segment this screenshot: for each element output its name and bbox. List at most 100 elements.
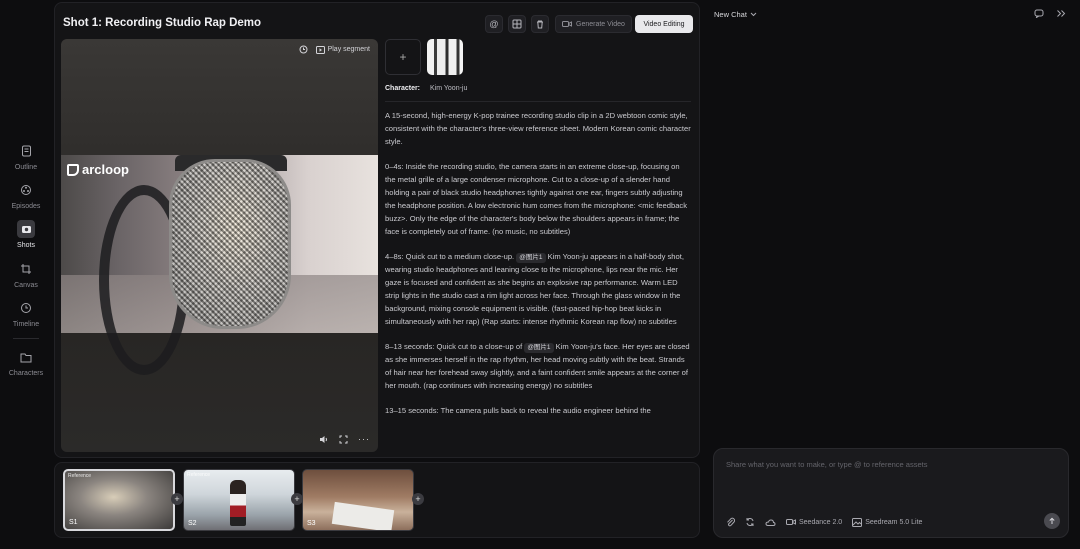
character-row: Character: Kim Yoon-ju [385, 85, 467, 92]
shot-description[interactable]: A 15-second, high-energy K-pop trainee r… [385, 109, 691, 455]
image-icon [852, 517, 863, 527]
chat-input[interactable]: Share what you want to make, or type @ t… [726, 460, 927, 469]
shot-timeline: Reference S1 + Reference S2 + S3 + [54, 462, 700, 538]
clip-tag: Reference [187, 472, 211, 478]
clock-icon [17, 299, 35, 317]
chat-header-actions [1034, 9, 1066, 18]
camera-icon [17, 220, 35, 238]
clip-tag: Reference [68, 473, 92, 479]
chat-bubble-icon[interactable] [1034, 9, 1044, 18]
timeline-clip-s1[interactable]: Reference S1 [63, 469, 175, 531]
rail-item-episodes[interactable]: Episodes [0, 181, 52, 210]
more-icon[interactable]: ··· [358, 434, 370, 444]
text: Kim Yoon-ju appears in a half-body shot,… [385, 252, 684, 326]
generate-video-label: Generate Video [576, 20, 625, 28]
refresh-icon[interactable] [745, 517, 755, 527]
description-paragraph-3: 8–13 seconds: Quick cut to a close-up of… [385, 340, 691, 392]
arrow-up-icon [1049, 517, 1055, 524]
chat-selector[interactable]: New Chat [714, 10, 757, 19]
chat-title: New Chat [714, 10, 747, 19]
generate-video-button[interactable]: Generate Video [555, 15, 632, 33]
character-label: Character: [385, 85, 421, 92]
description-paragraph-2: 4–8s: Quick cut to a medium close-up. @图… [385, 250, 691, 328]
composer-toolbar: Seedance 2.0 Seedream 5.0 Lite [726, 517, 922, 527]
document-icon [17, 142, 35, 160]
crop-icon [17, 260, 35, 278]
rail-label: Shots [17, 242, 35, 249]
video-camera-icon [562, 21, 572, 27]
chevron-down-icon [750, 12, 757, 17]
arcloop-logo: arcloop [67, 162, 129, 177]
image-model-selector[interactable]: Seedream 5.0 Lite [852, 517, 922, 527]
text: 4–8s: Quick cut to a medium close-up. [385, 252, 515, 261]
plus-icon: + [294, 494, 300, 504]
video-top-controls: Play segment [299, 45, 370, 54]
video-camera-icon [786, 519, 796, 525]
timeline-clip-s3[interactable]: S3 [302, 469, 414, 531]
video-frame: arcloop [61, 155, 378, 375]
rail-label: Canvas [14, 282, 38, 289]
divider [385, 101, 691, 102]
delete-button[interactable] [531, 15, 549, 33]
segment-icon [315, 45, 325, 54]
description-paragraph-4: 13–15 seconds: The camera pulls back to … [385, 406, 651, 415]
description-paragraph-1: 0–4s: Inside the recording studio, the c… [385, 162, 688, 236]
timeline-clip-s2[interactable]: Reference S2 [183, 469, 295, 531]
video-bottom-controls: ··· [319, 434, 370, 444]
add-reference-button[interactable]: + [385, 39, 421, 75]
film-reel-icon [17, 181, 35, 199]
video-preview[interactable]: arcloop Play segment ··· [61, 39, 378, 452]
send-button[interactable] [1044, 513, 1060, 529]
chat-composer: Share what you want to make, or type @ t… [713, 448, 1069, 538]
microphone-image [169, 159, 291, 329]
image-reference-tag[interactable]: @图片1 [516, 253, 546, 263]
insert-clip-button[interactable]: + [412, 493, 424, 505]
character-figure-image [230, 480, 246, 526]
video-editing-button[interactable]: Video Editing [635, 15, 693, 33]
trash-icon [537, 20, 543, 29]
video-model-label: Seedance 2.0 [799, 518, 843, 526]
left-rail: Outline Episodes Shots Canvas Timeline C… [0, 0, 52, 549]
character-reference-thumbnail[interactable] [427, 39, 463, 75]
rail-label: Characters [8, 370, 44, 377]
rail-label: Timeline [12, 321, 40, 328]
rail-item-outline[interactable]: Outline [0, 142, 52, 171]
logo-text: arcloop [82, 162, 129, 177]
play-segment-label: Play segment [327, 46, 370, 53]
rail-item-timeline[interactable]: Timeline [0, 299, 52, 328]
character-name: Kim Yoon-ju [430, 85, 468, 92]
plus-icon: + [399, 50, 407, 64]
rail-divider [13, 338, 39, 339]
desk-paper-image [331, 501, 395, 530]
plus-icon: + [174, 494, 180, 504]
storyboard-button[interactable] [508, 15, 526, 33]
play-segment-button[interactable]: Play segment [315, 45, 370, 54]
clip-label: S1 [69, 519, 78, 526]
clip-label: S3 [307, 520, 316, 527]
rail-item-characters[interactable]: Characters [0, 348, 52, 377]
grid-icon [512, 19, 522, 29]
history-icon[interactable] [299, 45, 308, 54]
clip-label: S2 [188, 520, 197, 527]
insert-clip-button[interactable]: + [171, 493, 183, 505]
mention-button[interactable]: @ [485, 15, 503, 33]
shot-panel: Shot 1: Recording Studio Rap Demo @ Gene… [54, 2, 700, 458]
rail-label: Episodes [11, 203, 41, 210]
collapse-panel-icon[interactable] [1056, 9, 1066, 18]
text: 8–13 seconds: Quick cut to a close-up of [385, 342, 523, 351]
rail-item-canvas[interactable]: Canvas [0, 260, 52, 289]
volume-icon[interactable] [319, 435, 329, 444]
paperclip-icon[interactable] [726, 517, 735, 527]
at-icon: @ [489, 19, 499, 29]
logo-mark [67, 163, 79, 176]
video-model-selector[interactable]: Seedance 2.0 [786, 518, 842, 526]
fullscreen-icon[interactable] [339, 435, 348, 444]
rail-item-shots[interactable]: Shots [0, 220, 52, 249]
image-reference-tag[interactable]: @图片1 [524, 343, 554, 353]
description-intro: A 15-second, high-energy K-pop trainee r… [385, 111, 691, 146]
plus-icon: + [415, 494, 421, 504]
cloud-icon[interactable] [765, 518, 776, 527]
rail-label: Outline [14, 164, 38, 171]
shot-title: Shot 1: Recording Studio Rap Demo [63, 17, 262, 29]
folder-icon [17, 348, 35, 366]
